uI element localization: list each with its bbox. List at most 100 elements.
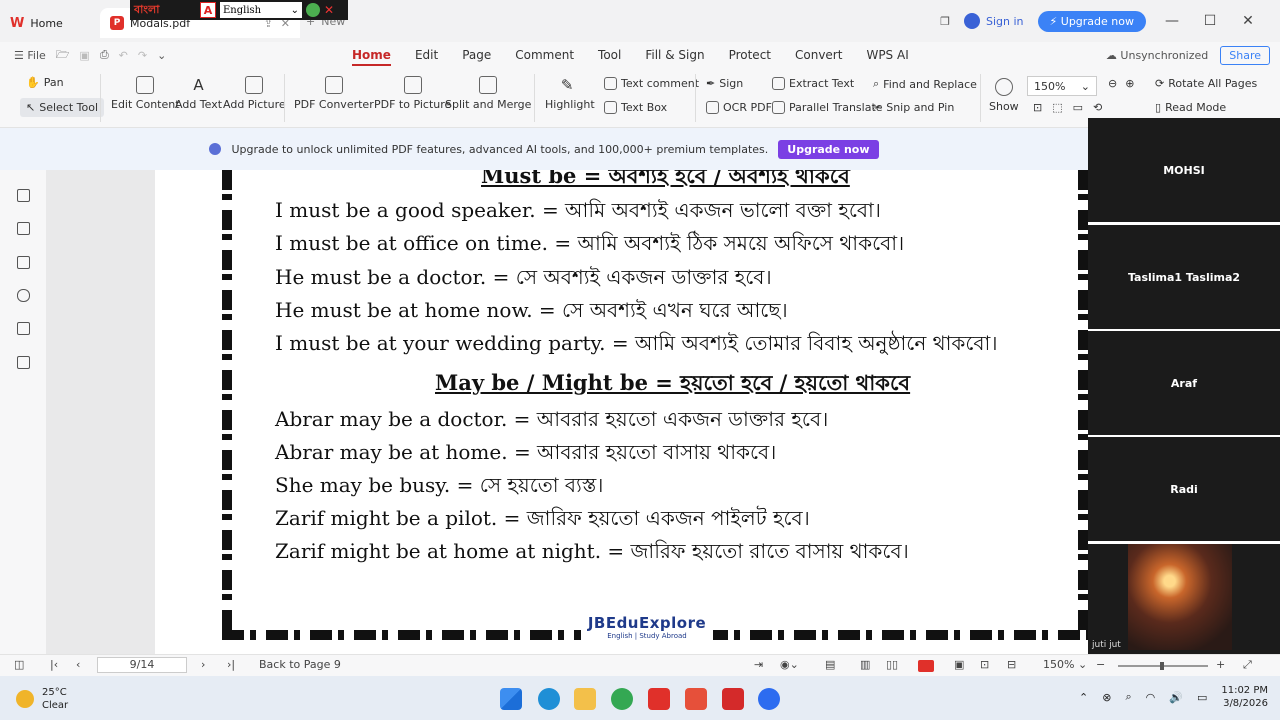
weather-widget[interactable]: 25°C Clear: [16, 686, 68, 712]
participant-tile[interactable]: Radi: [1088, 437, 1280, 541]
fit-screen-icon[interactable]: ⊡: [980, 658, 989, 671]
close-window-icon[interactable]: ✕: [1236, 13, 1260, 29]
last-page-icon[interactable]: ›|: [227, 658, 235, 671]
snip-pin-button[interactable]: ✂ Snip and Pin: [873, 101, 954, 114]
first-page-icon[interactable]: |‹: [50, 658, 58, 671]
ime-bangla-button[interactable]: বাংলা: [134, 1, 196, 20]
edit-content-button[interactable]: Edit Content: [111, 76, 180, 111]
zoom-out-icon[interactable]: ⊖: [1108, 77, 1117, 90]
ocr-pdf-button[interactable]: OCR PDF: [706, 101, 772, 114]
participant-tile[interactable]: Araf: [1088, 331, 1280, 435]
actual-size-icon[interactable]: ⊡: [1033, 101, 1042, 114]
tab-convert[interactable]: Convert: [783, 42, 854, 68]
zoom-in-plus-icon[interactable]: +: [1216, 658, 1225, 671]
volume-icon[interactable]: 🔊: [1169, 691, 1183, 704]
wps-presentation-icon[interactable]: [685, 688, 707, 710]
two-page-icon[interactable]: ▯▯: [886, 658, 898, 671]
wifi-icon[interactable]: ◠: [1146, 691, 1156, 704]
back-to-page-link[interactable]: Back to Page 9: [259, 658, 341, 671]
zoom-out-minus-icon[interactable]: −: [1096, 658, 1105, 671]
file-explorer-icon[interactable]: [574, 688, 596, 710]
zoom-app-icon[interactable]: [758, 688, 780, 710]
tab-protect[interactable]: Protect: [717, 42, 783, 68]
open-folder-icon[interactable]: 🗁: [56, 46, 70, 65]
redo-icon[interactable]: ↷: [138, 49, 147, 62]
continuous-icon[interactable]: ▥: [860, 658, 870, 671]
save-icon[interactable]: ▣: [79, 49, 89, 62]
sign-button[interactable]: ✒ Sign: [706, 77, 743, 90]
next-page-icon[interactable]: ›: [201, 658, 205, 671]
tab-page[interactable]: Page: [450, 42, 503, 68]
rotate-icon[interactable]: ⟲: [1093, 101, 1102, 114]
tray-chevron-icon[interactable]: ⌃: [1079, 691, 1088, 704]
minimize-icon[interactable]: —: [1160, 13, 1184, 29]
edge-icon[interactable]: [538, 688, 560, 710]
undo-icon[interactable]: ↶: [119, 49, 128, 62]
select-tool[interactable]: ↖ Select Tool: [20, 98, 105, 117]
ime-close-icon[interactable]: ✕: [324, 3, 334, 17]
zoom-slider-knob[interactable]: [1160, 662, 1164, 670]
pan-tool[interactable]: ✋ Pan: [26, 76, 64, 89]
upgrade-now-button[interactable]: ⚡ Upgrade now: [1037, 10, 1146, 32]
print-icon[interactable]: ⎙: [100, 48, 109, 62]
text-box-button[interactable]: Text Box: [604, 101, 667, 114]
sidebar-toggle-icon[interactable]: ◫: [14, 658, 24, 671]
eye-icon[interactable]: ◉⌄: [780, 658, 799, 671]
export-icon[interactable]: ⇥: [754, 658, 763, 671]
share-button[interactable]: Share: [1220, 45, 1270, 65]
text-comment-button[interactable]: Text comment: [604, 77, 699, 90]
full-width-icon[interactable]: ▣: [954, 658, 964, 671]
pdf-to-picture-button[interactable]: PDF to Picture: [374, 76, 451, 111]
layers-icon[interactable]: [17, 356, 30, 369]
tab-home-menu[interactable]: Home: [340, 42, 403, 68]
wps-office-icon[interactable]: [722, 688, 744, 710]
play-slideshow-icon[interactable]: [918, 660, 934, 672]
fit-width-icon[interactable]: ▭: [1073, 101, 1083, 114]
fit-page-icon[interactable]: ⬚: [1052, 101, 1062, 114]
ime-status-icon[interactable]: [306, 3, 320, 17]
tab-home[interactable]: W Home: [0, 8, 96, 38]
ime-language-select[interactable]: English ⌄: [220, 2, 302, 18]
bookmark-icon[interactable]: [17, 189, 30, 202]
zoom-in-icon[interactable]: ⊕: [1125, 77, 1134, 90]
zoom-select[interactable]: 150% ⌄: [1027, 76, 1097, 96]
clock[interactable]: 11:02 PM 3/8/2026: [1221, 684, 1268, 710]
pdf-converter-button[interactable]: PDF Converter: [294, 76, 374, 111]
show-button[interactable]: Show: [989, 78, 1019, 113]
single-page-icon[interactable]: ▤: [825, 658, 835, 671]
prev-page-icon[interactable]: ‹: [76, 658, 80, 671]
battery-icon[interactable]: ▭: [1197, 691, 1207, 704]
sign-in-button[interactable]: Sign in: [964, 13, 1024, 29]
fullscreen-icon[interactable]: ⤢: [1243, 658, 1252, 672]
rotate-all-button[interactable]: ⟳ Rotate All Pages: [1155, 77, 1257, 90]
ime-a-icon[interactable]: A: [200, 2, 216, 18]
parallel-translate-button[interactable]: Parallel Translate: [772, 101, 883, 114]
attachment-icon[interactable]: [17, 289, 30, 302]
tab-edit[interactable]: Edit: [403, 42, 450, 68]
banner-upgrade-button[interactable]: Upgrade now: [778, 139, 879, 159]
network-status-icon[interactable]: ⊗: [1102, 691, 1111, 704]
more-dropdown-icon[interactable]: ⌄: [157, 49, 166, 62]
participant-tile[interactable]: MOHSI: [1088, 118, 1280, 222]
tab-comment[interactable]: Comment: [503, 42, 586, 68]
tab-tool[interactable]: Tool: [586, 42, 633, 68]
file-menu[interactable]: ☰ File: [14, 49, 46, 62]
mic-icon[interactable]: ⌕: [1125, 690, 1131, 704]
thumbnail-icon[interactable]: [17, 222, 30, 235]
status-zoom-select[interactable]: 150% ⌄: [1043, 658, 1087, 671]
split-merge-button[interactable]: Split and Merge: [445, 76, 531, 111]
bookmark-view-icon[interactable]: ⊟: [1007, 658, 1016, 671]
start-icon[interactable]: [500, 688, 522, 710]
zoom-slider[interactable]: [1118, 662, 1208, 670]
signature-icon[interactable]: [17, 322, 30, 335]
participant-tile[interactable]: Taslima1 Taslima2: [1088, 225, 1280, 329]
participant-video-tile[interactable]: juti jut: [1088, 544, 1280, 654]
restore-window-icon[interactable]: ❐: [940, 15, 950, 28]
extract-text-button[interactable]: Extract Text: [772, 77, 854, 90]
page-number-input[interactable]: 9/14: [97, 657, 187, 673]
wps-slides-icon[interactable]: [648, 688, 670, 710]
add-picture-button[interactable]: Add Picture: [223, 76, 286, 111]
document-viewport[interactable]: Must be = অবশ্যই হবে / অবশ্যই থাকবে I mu…: [46, 170, 1088, 654]
sync-status[interactable]: ☁ Unsynchronized: [1106, 49, 1208, 62]
highlight-button[interactable]: ✎ Highlight: [545, 76, 595, 111]
